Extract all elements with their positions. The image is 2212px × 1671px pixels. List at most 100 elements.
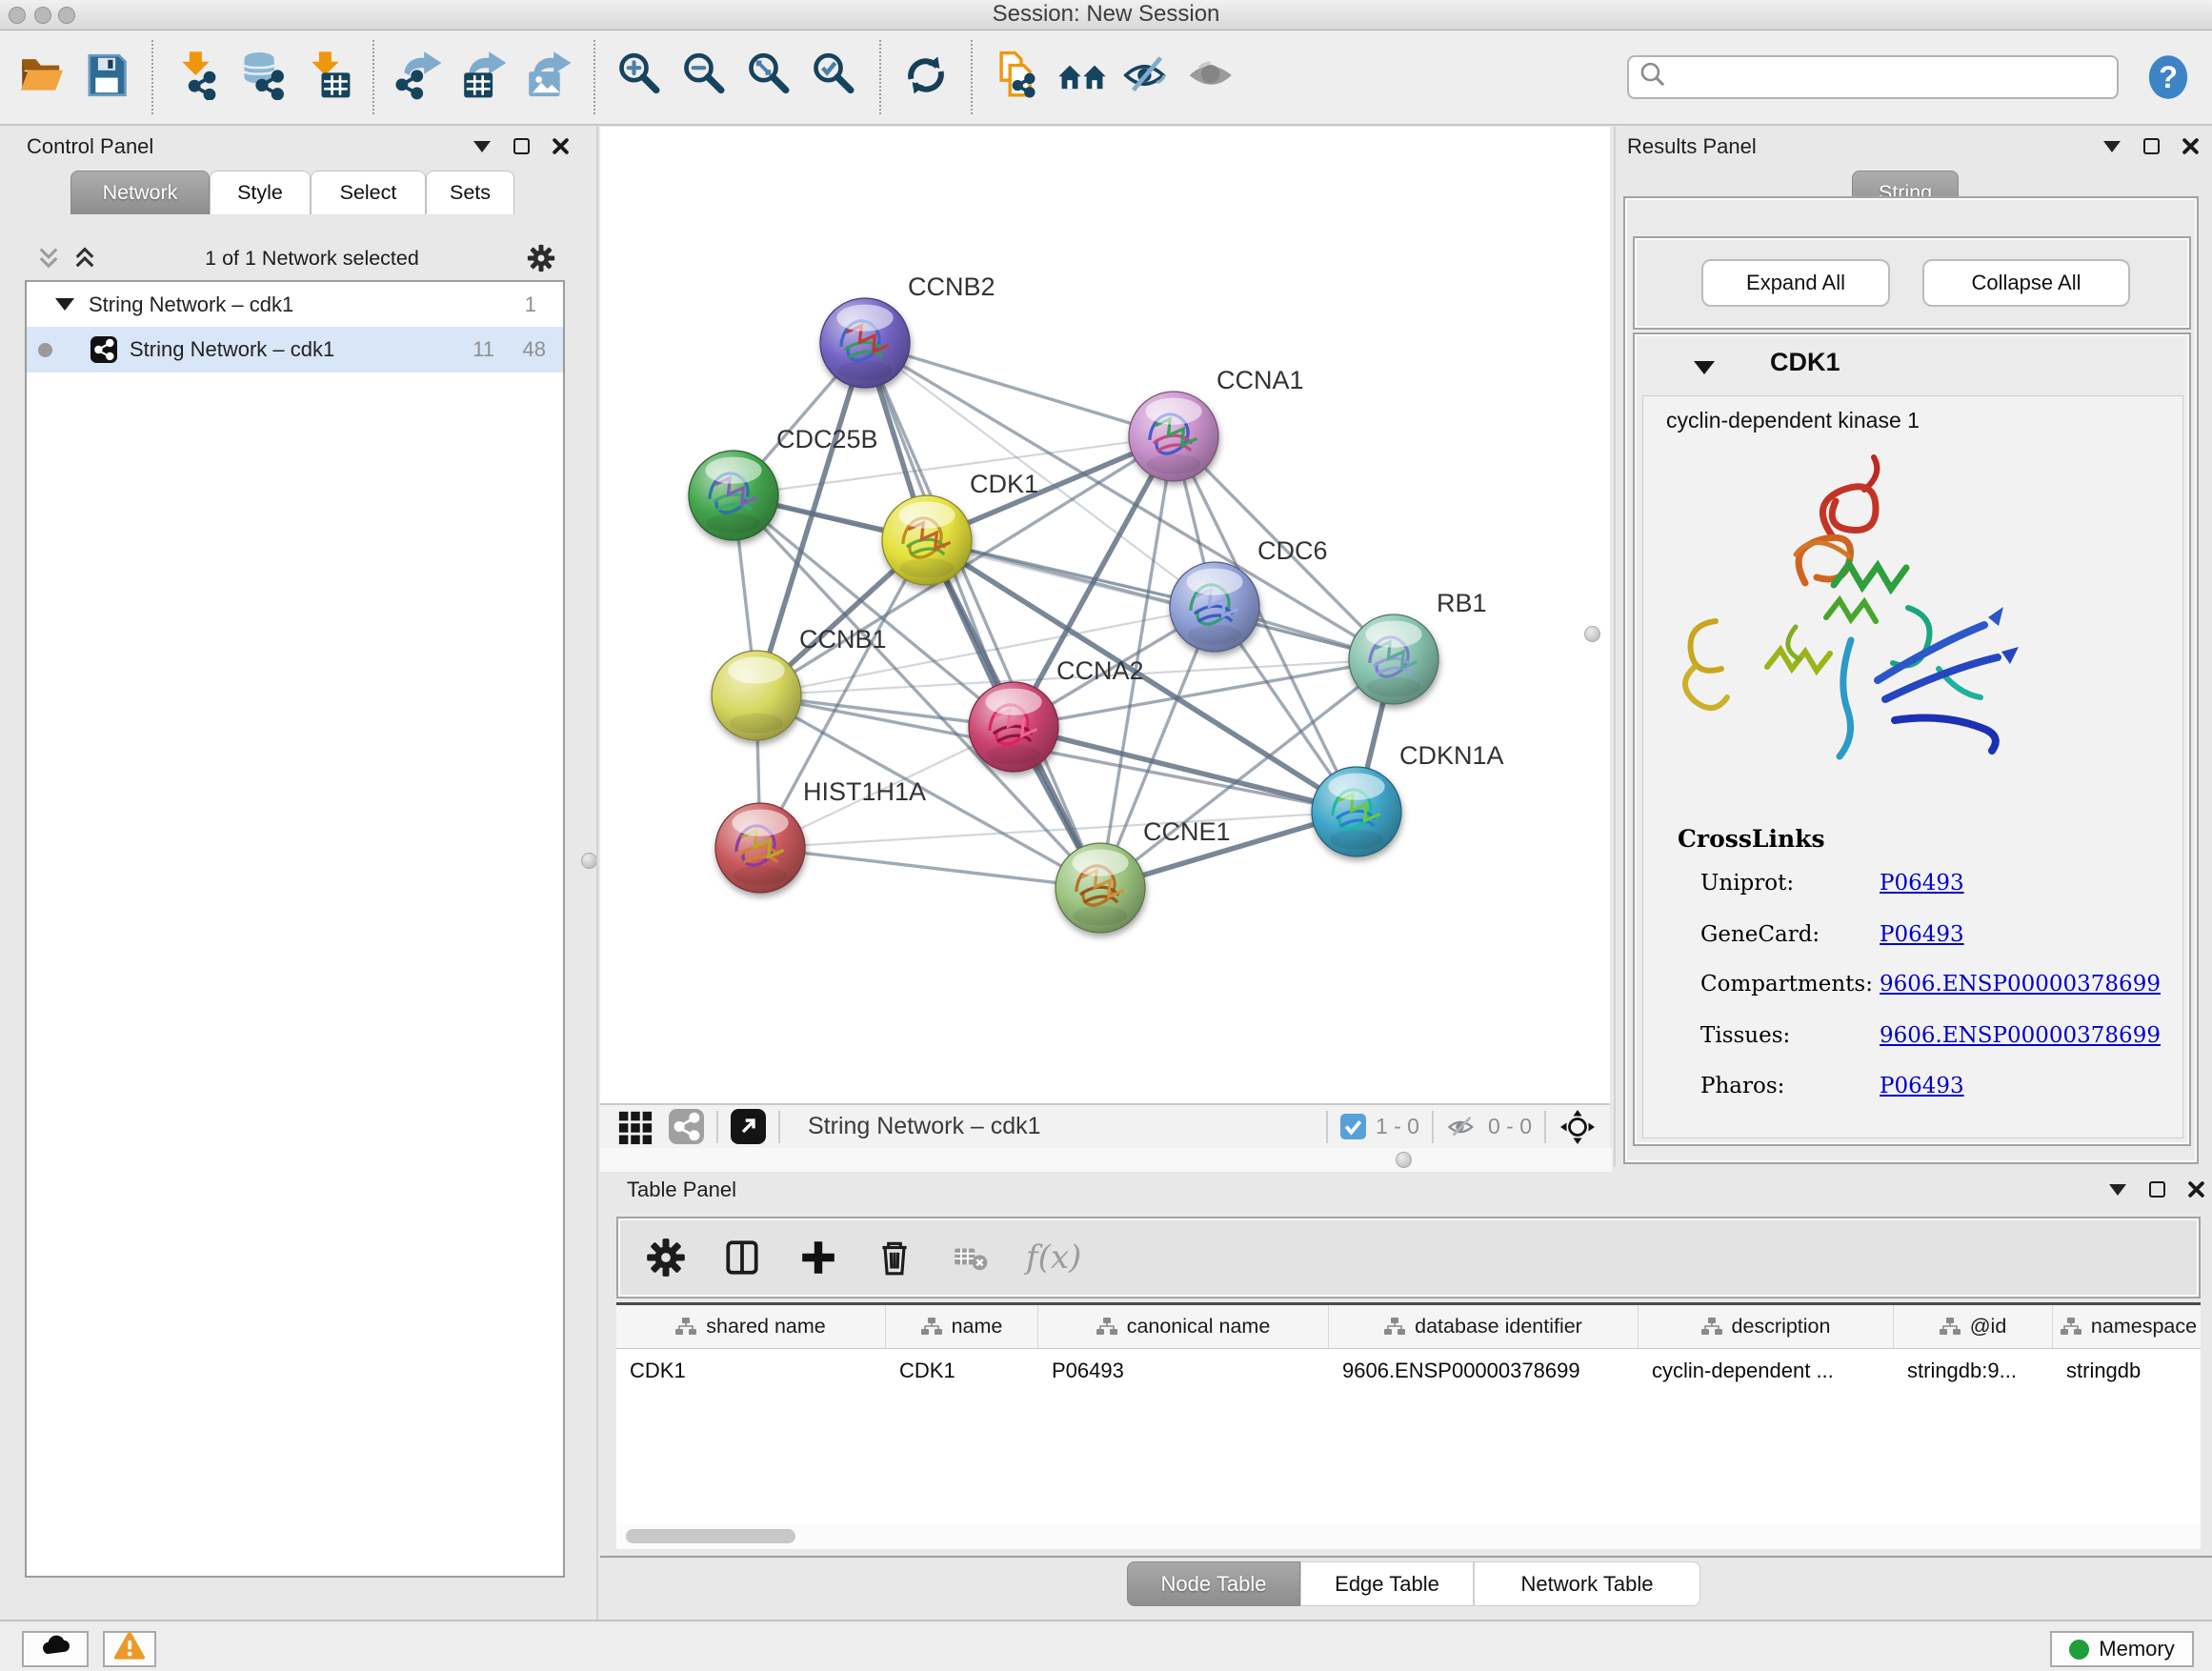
network-node-cdk1[interactable] [882,495,972,585]
add-column-icon[interactable] [797,1237,839,1278]
zoom-in-button[interactable] [608,45,673,110]
panel-float-icon[interactable] [513,138,530,154]
crosslink-link[interactable]: P06493 [1880,1074,1964,1098]
column-header-database-identifier[interactable]: database identifier [1329,1305,1639,1348]
scrollbar-thumb[interactable] [626,1529,795,1543]
column-header-canonical-name[interactable]: canonical name [1038,1305,1329,1348]
search-field[interactable] [1627,55,2119,99]
delete-column-icon[interactable] [874,1237,915,1278]
network-node-ccna1[interactable] [1129,392,1218,481]
collapse-all-networks-icon[interactable] [72,246,97,271]
zoom-fit-button[interactable] [737,45,802,110]
grid-view-icon[interactable] [617,1109,654,1145]
help-button[interactable]: ? [2143,52,2193,102]
network-node-cdkn1a[interactable] [1312,767,1401,856]
table-cell[interactable]: P06493 [1038,1349,1329,1393]
network-canvas[interactable]: CCNB2CCNA1CDC25BCDK1CDC6RB1CCNB1CCNA2CDK… [600,127,1610,1103]
card-collapse-icon[interactable] [1694,361,1715,374]
panel-collapse-icon[interactable] [2103,141,2121,152]
panel-close-icon[interactable] [2182,138,2199,154]
splitter-handle[interactable] [1396,1152,1412,1168]
network-node-cdc6[interactable] [1170,562,1259,652]
table-cell[interactable]: stringdb:9... [1894,1349,2053,1393]
import-network-file-button[interactable] [166,45,231,110]
show-all-views-button[interactable] [1050,45,1115,110]
fit-selected-crosshair-icon[interactable] [1558,1108,1597,1146]
tab-style[interactable]: Style [210,171,311,214]
zoom-out-button[interactable] [673,45,737,110]
network-node-ccne1[interactable] [1056,843,1145,933]
column-header-namespace[interactable]: namespace [2053,1305,2201,1348]
column-header-description[interactable]: description [1639,1305,1894,1348]
export-table-button[interactable] [452,45,516,110]
search-input[interactable] [1669,65,2109,90]
window-zoom-button[interactable] [58,7,75,24]
table-cell[interactable]: CDK1 [886,1349,1038,1393]
network-row-selected[interactable]: String Network – cdk1 11 48 [27,327,563,372]
export-network-button[interactable] [387,45,452,110]
network-node-label: RB1 [1437,589,1487,617]
panel-float-icon[interactable] [2149,1181,2165,1198]
panel-close-icon[interactable] [2188,1181,2204,1198]
splitter-handle[interactable] [1584,626,1600,642]
collapse-all-button[interactable]: Collapse All [1922,259,2130,307]
window-close-button[interactable] [9,7,26,24]
save-session-button[interactable] [74,45,139,110]
crosslink-link[interactable]: P06493 [1880,922,1964,947]
table-row[interactable]: CDK1CDK1P064939606.ENSP00000378699cyclin… [616,1349,2201,1393]
network-view-tools-button[interactable] [985,45,1050,110]
network-node-cdc25b[interactable] [689,451,778,540]
column-header--id[interactable]: @id [1894,1305,2053,1348]
cloud-services-button[interactable] [22,1631,89,1667]
memory-button[interactable]: Memory [2050,1631,2194,1667]
import-network-database-button[interactable] [231,45,295,110]
zoom-selected-button[interactable] [802,45,867,110]
refresh-view-button[interactable] [894,45,958,110]
crosslink-link[interactable]: P06493 [1880,871,1964,896]
show-hidden-button[interactable] [1179,45,1244,110]
show-columns-icon[interactable] [721,1237,763,1278]
network-node-hist1h1a[interactable] [715,803,805,893]
column-header-name[interactable]: name [886,1305,1038,1348]
panel-collapse-icon[interactable] [2109,1184,2126,1196]
table-cell[interactable]: CDK1 [616,1349,886,1393]
network-collection-row[interactable]: String Network – cdk1 1 [27,282,563,327]
network-node-ccnb1[interactable] [712,651,801,740]
network-node-ccna2[interactable] [969,682,1058,772]
memory-status-dot [2069,1640,2089,1660]
crosslink-link[interactable]: 9606.ENSP00000378699 [1880,972,2161,997]
export-image-button[interactable] [516,45,581,110]
splitter-handle[interactable] [581,853,597,869]
tab-edge-table[interactable]: Edge Table [1300,1561,1474,1606]
birds-eye-view-icon[interactable] [731,1109,766,1144]
table-options-gear-icon[interactable] [645,1237,687,1278]
hide-selected-button[interactable] [1115,45,1179,110]
tab-network-table[interactable]: Network Table [1474,1561,1700,1606]
network-options-gear-icon[interactable] [527,244,555,272]
window-minimize-button[interactable] [34,7,51,24]
expand-all-networks-icon[interactable] [36,246,61,271]
tab-sets[interactable]: Sets [426,171,514,214]
import-table-file-button[interactable] [295,45,360,110]
column-header-shared-name[interactable]: shared name [616,1305,886,1348]
open-session-button[interactable] [10,45,74,110]
table-cell[interactable]: 9606.ENSP00000378699 [1329,1349,1639,1393]
tab-node-table[interactable]: Node Table [1127,1561,1300,1606]
network-badge-icon[interactable] [669,1109,704,1144]
tree-expand-icon[interactable] [55,298,74,311]
panel-collapse-icon[interactable] [473,141,491,152]
warnings-button[interactable] [103,1631,156,1667]
table-cell[interactable]: stringdb [2053,1349,2201,1393]
panel-close-icon[interactable] [553,138,569,154]
tab-network[interactable]: Network [70,171,210,214]
network-node-ccnb2[interactable] [820,298,910,388]
tab-select[interactable]: Select [311,171,426,214]
table-cell[interactable]: cyclin-dependent ... [1639,1349,1894,1393]
panel-float-icon[interactable] [2143,138,2160,154]
network-node-rb1[interactable] [1349,614,1438,704]
table-horizontal-scrollbar[interactable] [616,1524,2201,1549]
crosslink-link[interactable]: 9606.ENSP00000378699 [1880,1023,2161,1048]
selected-checkbox-icon[interactable] [1340,1114,1366,1139]
horizontal-splitter[interactable] [600,1148,1612,1172]
expand-all-button[interactable]: Expand All [1701,259,1890,307]
